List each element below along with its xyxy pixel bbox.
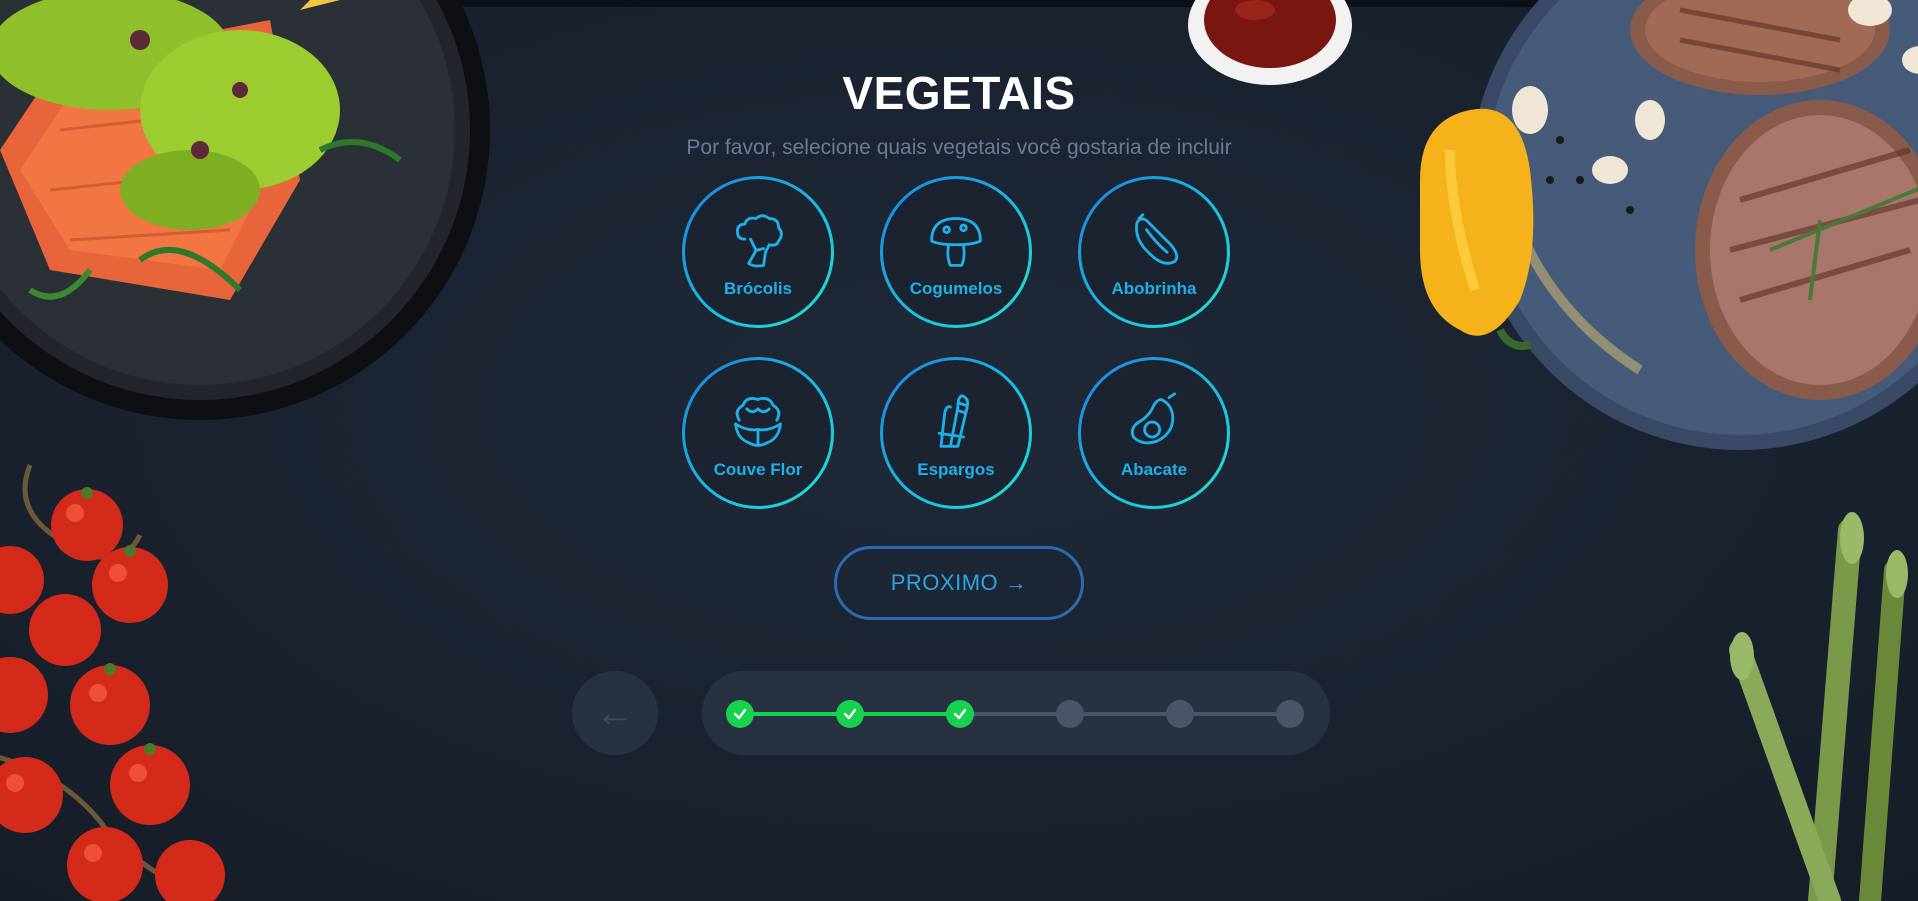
option-label: Cogumelos bbox=[909, 279, 1003, 298]
check-icon bbox=[953, 708, 967, 720]
asparagus-icon bbox=[937, 394, 970, 448]
option-label: Abobrinha bbox=[1111, 279, 1197, 298]
back-button[interactable]: ← bbox=[572, 671, 658, 755]
broccoli-icon bbox=[735, 214, 783, 268]
zucchini-icon bbox=[1135, 213, 1179, 265]
page-subtitle: Por favor, selecione quais vegetais você… bbox=[686, 136, 1232, 159]
option-label: Abacate bbox=[1120, 460, 1188, 479]
option-brocolis[interactable]: Brócolis bbox=[682, 176, 834, 328]
next-button[interactable]: PROXIMO → bbox=[834, 546, 1084, 620]
option-espargos[interactable]: Espargos bbox=[880, 357, 1032, 509]
progress-step-6 bbox=[1276, 700, 1304, 728]
option-label: Couve Flor bbox=[713, 460, 803, 479]
option-abacate[interactable]: Abacate bbox=[1078, 357, 1230, 509]
option-couve-flor[interactable]: Couve Flor bbox=[682, 357, 834, 509]
check-icon bbox=[733, 708, 747, 720]
check-icon bbox=[843, 708, 857, 720]
progress-step-2 bbox=[836, 700, 864, 728]
progress-step-1 bbox=[726, 700, 754, 728]
cherry-tomatoes-image bbox=[0, 464, 225, 901]
option-label: Espargos bbox=[917, 460, 995, 479]
option-cogumelos[interactable]: Cogumelos bbox=[880, 176, 1032, 328]
progress-track-pending bbox=[960, 712, 1290, 716]
arrow-left-icon: ← bbox=[595, 690, 635, 735]
progress-stepper bbox=[702, 671, 1330, 755]
progress-step-3 bbox=[946, 700, 974, 728]
asparagus-image bbox=[1729, 512, 1908, 901]
cauliflower-icon bbox=[734, 397, 782, 447]
progress-step-5 bbox=[1166, 700, 1194, 728]
vegetable-options-grid: Brócolis Cogumelos Abobrinha Couve Flor … bbox=[682, 176, 1238, 516]
option-label: Brócolis bbox=[723, 279, 793, 298]
mushroom-icon bbox=[930, 217, 982, 267]
progress-step-4 bbox=[1056, 700, 1084, 728]
page-title: VEGETAIS bbox=[842, 67, 1076, 119]
option-abobrinha[interactable]: Abobrinha bbox=[1078, 176, 1230, 328]
avocado-icon bbox=[1130, 392, 1177, 445]
top-bar bbox=[0, 0, 1918, 7]
